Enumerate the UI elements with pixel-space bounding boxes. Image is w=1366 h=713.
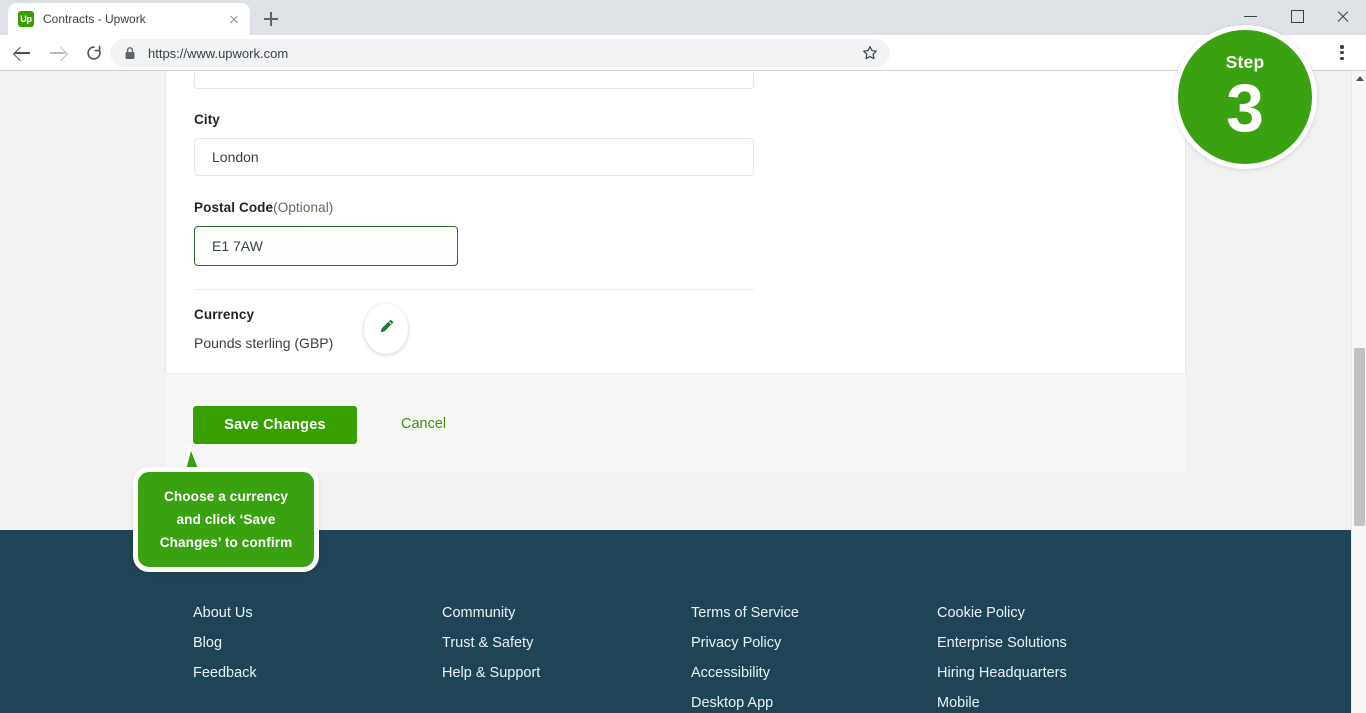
section-divider xyxy=(194,289,754,290)
url-text: https://www.upwork.com xyxy=(148,45,289,61)
footer-link[interactable]: About Us xyxy=(193,598,442,628)
footer-column: About Us Blog Feedback xyxy=(193,598,442,713)
close-icon[interactable] xyxy=(226,11,242,27)
callout-line-3: Changes’ to confirm xyxy=(159,535,293,550)
postal-code-input-value: E1 7AW xyxy=(212,238,263,254)
footer-link[interactable]: Desktop App xyxy=(691,688,937,713)
callout-line-1: Choose a currency xyxy=(163,489,289,504)
maximize-icon[interactable] xyxy=(1274,0,1320,32)
footer-link[interactable]: Enterprise Solutions xyxy=(937,628,1177,658)
forward-icon[interactable] xyxy=(44,39,72,67)
footer-column: Terms of Service Privacy Policy Accessib… xyxy=(691,598,937,713)
new-tab-button[interactable] xyxy=(258,6,284,32)
browser-tab-strip: Up Contracts - Upwork xyxy=(0,0,1366,35)
footer-link[interactable]: Privacy Policy xyxy=(691,628,937,658)
card-action-bar: Save Changes Cancel xyxy=(165,373,1186,472)
city-input[interactable]: London xyxy=(194,138,754,176)
tab-title: Contracts - Upwork xyxy=(43,12,146,26)
postal-code-label-text: Postal Code xyxy=(194,200,274,215)
address-line-input-partial[interactable] xyxy=(194,71,754,89)
address-bar[interactable]: https://www.upwork.com xyxy=(110,39,890,67)
callout-text: Choose a currency and click ‘Save Change… xyxy=(152,485,301,554)
scroll-up-icon[interactable] xyxy=(1352,71,1366,86)
footer-link[interactable]: Community xyxy=(442,598,691,628)
footer-column: Cookie Policy Enterprise Solutions Hirin… xyxy=(937,598,1177,713)
footer-link[interactable]: Blog xyxy=(193,628,442,658)
footer-link[interactable]: Mobile xyxy=(937,688,1177,713)
footer-link[interactable]: Help & Support xyxy=(442,658,691,688)
footer-link[interactable]: Cookie Policy xyxy=(937,598,1177,628)
postal-code-optional: (Optional) xyxy=(273,200,334,215)
lock-icon xyxy=(124,46,136,60)
callout-line-2: and click ‘Save xyxy=(176,512,276,527)
footer-link[interactable]: Hiring Headquarters xyxy=(937,658,1177,688)
postal-code-label: Postal Code(Optional) xyxy=(194,200,333,215)
page-scrollbar[interactable] xyxy=(1351,71,1366,713)
step-badge-number: 3 xyxy=(1226,69,1264,146)
reload-icon[interactable] xyxy=(80,39,108,67)
footer-link[interactable]: Accessibility xyxy=(691,658,937,688)
page-viewport: City London Postal Code(Optional) E1 7AW… xyxy=(0,71,1351,713)
bookmark-star-icon[interactable] xyxy=(862,45,878,66)
screen: Up Contracts - Upwork https://www.upwork… xyxy=(0,0,1366,713)
city-label: City xyxy=(194,112,220,127)
footer-link[interactable]: Terms of Service xyxy=(691,598,937,628)
footer-link[interactable]: Trust & Safety xyxy=(442,628,691,658)
save-changes-button[interactable]: Save Changes xyxy=(193,406,357,444)
currency-value: Pounds sterling (GBP) xyxy=(194,335,334,351)
city-input-value: London xyxy=(212,149,259,165)
footer-columns: About Us Blog Feedback Community Trust &… xyxy=(193,598,1177,713)
footer-column: Community Trust & Safety Help & Support xyxy=(442,598,691,713)
browser-menu-icon[interactable] xyxy=(1332,43,1352,63)
footer-link[interactable]: Feedback xyxy=(193,658,442,688)
postal-code-input[interactable]: E1 7AW xyxy=(194,226,458,266)
reload-glyph xyxy=(87,45,101,60)
upwork-favicon: Up xyxy=(18,11,34,27)
tooltip-callout: Choose a currency and click ‘Save Change… xyxy=(133,467,319,572)
step-badge: Step 3 xyxy=(1173,25,1317,169)
browser-tab[interactable]: Up Contracts - Upwork xyxy=(8,3,250,35)
window-close-icon[interactable] xyxy=(1320,0,1366,32)
cancel-button[interactable]: Cancel xyxy=(401,416,446,432)
back-icon[interactable] xyxy=(8,39,36,67)
scrollbar-thumb[interactable] xyxy=(1354,348,1365,526)
currency-label: Currency xyxy=(194,307,255,322)
pencil-icon xyxy=(376,317,396,342)
edit-currency-button[interactable] xyxy=(364,304,408,354)
